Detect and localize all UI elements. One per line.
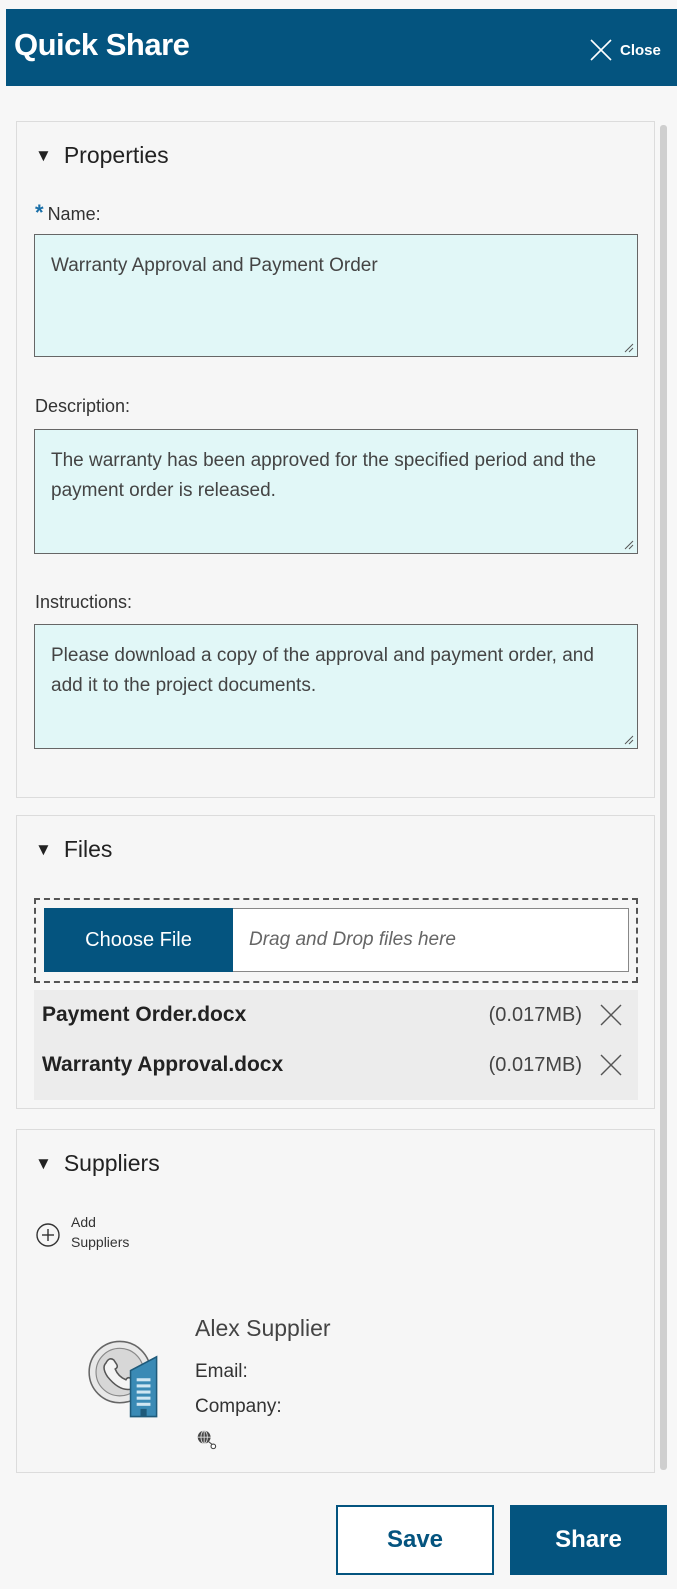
collapse-triangle-icon: ▼ bbox=[35, 839, 52, 859]
supplier-contact-icon bbox=[88, 1340, 158, 1418]
supplier-name: Alex Supplier bbox=[195, 1315, 331, 1341]
remove-file-icon[interactable] bbox=[598, 1052, 624, 1078]
instructions-value: Please download a copy of the approval a… bbox=[51, 645, 594, 696]
remove-file-icon[interactable] bbox=[598, 1002, 624, 1028]
add-suppliers-label-line2: Suppliers bbox=[71, 1234, 130, 1250]
close-icon bbox=[590, 39, 612, 61]
instructions-label: Instructions: bbox=[35, 592, 133, 612]
file-list: Payment Order.docx (0.017MB) Warranty Ap… bbox=[34, 990, 638, 1100]
file-item: Payment Order.docx (0.017MB) bbox=[34, 990, 638, 1040]
network-globe-icon[interactable] bbox=[195, 1428, 217, 1450]
suppliers-section: ▼ Suppliers Add Suppliers Alex Supplier … bbox=[16, 1129, 655, 1473]
file-name: Payment Order.docx bbox=[42, 1003, 247, 1026]
properties-heading: Properties bbox=[63, 142, 169, 168]
file-item: Warranty Approval.docx (0.017MB) bbox=[34, 1040, 638, 1090]
panel-title: Quick Share bbox=[14, 27, 190, 62]
files-toggle[interactable]: ▼ Files bbox=[35, 836, 112, 863]
collapse-triangle-icon: ▼ bbox=[35, 1153, 52, 1173]
drag-drop-field[interactable]: Drag and Drop files here bbox=[233, 908, 629, 972]
resize-grip-icon[interactable] bbox=[622, 538, 634, 550]
save-button[interactable]: Save bbox=[336, 1505, 494, 1575]
add-suppliers-button[interactable]: Add Suppliers bbox=[35, 1212, 129, 1252]
choose-file-button[interactable]: Choose File bbox=[44, 908, 233, 972]
file-size: (0.017MB) bbox=[488, 1053, 582, 1076]
resize-grip-icon[interactable] bbox=[622, 733, 634, 745]
properties-section: ▼ Properties * Name: Warranty Approval an… bbox=[16, 121, 655, 798]
file-name: Warranty Approval.docx bbox=[42, 1053, 284, 1076]
instructions-field[interactable]: Please download a copy of the approval a… bbox=[34, 624, 638, 749]
supplier-card[interactable]: Alex Supplier Email: Company: bbox=[83, 1313, 483, 1473]
name-value: Warranty Approval and Payment Order bbox=[51, 255, 378, 276]
description-field[interactable]: The warranty has been approved for the s… bbox=[34, 429, 638, 554]
files-heading: Files bbox=[63, 836, 113, 862]
suppliers-heading: Suppliers bbox=[63, 1150, 160, 1176]
collapse-triangle-icon: ▼ bbox=[35, 145, 52, 165]
scrollbar[interactable] bbox=[660, 125, 667, 1470]
file-size: (0.017MB) bbox=[488, 1003, 582, 1026]
properties-toggle[interactable]: ▼ Properties bbox=[35, 142, 169, 169]
name-field[interactable]: Warranty Approval and Payment Order bbox=[34, 234, 638, 357]
resize-grip-icon[interactable] bbox=[622, 341, 634, 353]
suppliers-toggle[interactable]: ▼ Suppliers bbox=[35, 1150, 160, 1177]
close-button[interactable]: Close bbox=[588, 35, 661, 65]
quick-share-header: Quick Share Close bbox=[6, 9, 677, 86]
name-label: * Name: bbox=[35, 200, 101, 225]
description-label: Description: bbox=[35, 396, 131, 416]
add-suppliers-label-line1: Add bbox=[71, 1214, 96, 1230]
share-button[interactable]: Share bbox=[510, 1505, 667, 1575]
file-drop-zone[interactable]: Choose File Drag and Drop files here bbox=[34, 898, 638, 983]
required-asterisk-icon: * bbox=[35, 200, 44, 225]
supplier-email-label: Email: bbox=[195, 1361, 248, 1382]
supplier-company-label: Company: bbox=[195, 1396, 282, 1417]
description-value: The warranty has been approved for the s… bbox=[51, 450, 597, 501]
close-label: Close bbox=[620, 41, 661, 59]
add-circle-icon bbox=[36, 1223, 60, 1247]
files-section: ▼ Files Choose File Drag and Drop files … bbox=[16, 815, 655, 1109]
